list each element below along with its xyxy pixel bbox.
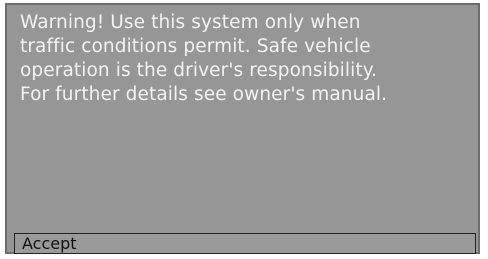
accept-button-label: Accept (22, 233, 77, 253)
warning-dialog: Warning! Use this system only when traff… (5, 3, 480, 254)
accept-button[interactable]: Accept (14, 233, 476, 254)
warning-message: Warning! Use this system only when traff… (20, 12, 388, 105)
